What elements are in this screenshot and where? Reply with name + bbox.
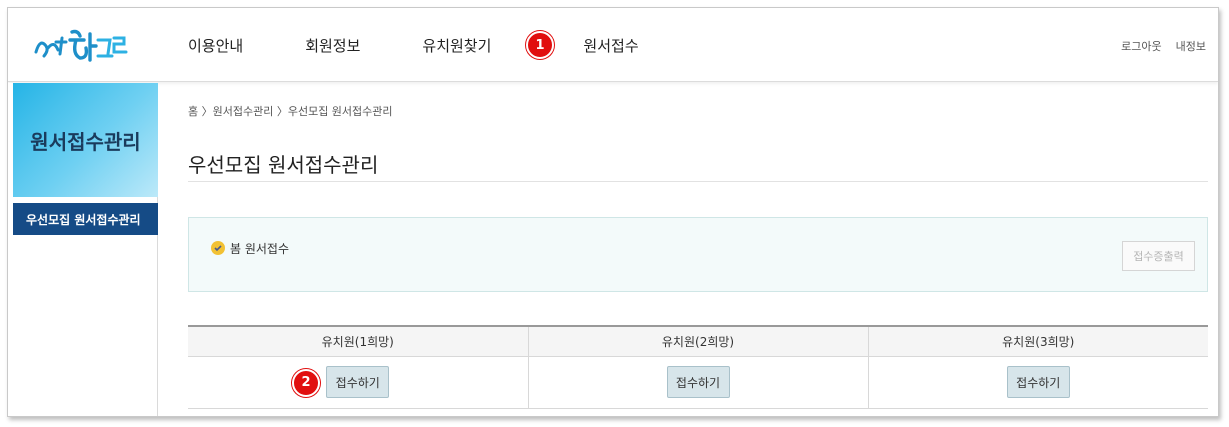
table-row: 2 접수하기 접수하기 접수하기 [188,356,1208,409]
table-cell-choice-1: 2 접수하기 [188,356,528,409]
column-header-choice-3: 유치원(3희망) [867,326,1208,357]
apply-button-choice-3[interactable]: 접수하기 [1006,366,1070,398]
main-content: 홈 〉원서접수관리 〉우선모집 원서접수관리 우선모집 원서접수관리 봄 원서접… [186,83,1208,416]
main-nav: 이용안내 회원정보 유치원찾기 원서접수 [188,8,701,82]
print-receipt-button[interactable]: 접수증출력 [1122,241,1195,271]
page-title: 우선모집 원서접수관리 [188,153,379,177]
breadcrumb: 홈 〉원서접수관리 〉우선모집 원서접수관리 [188,105,393,118]
logo-graphic [34,29,128,62]
apply-button-choice-2[interactable]: 접수하기 [666,366,730,398]
site-logo[interactable] [32,24,132,66]
sidebar-header: 원서접수관리 [13,83,158,197]
title-divider [188,181,1208,182]
column-header-choice-1: 유치원(1희망) [188,326,528,357]
sidebar-title: 원서접수관리 [30,129,141,154]
spring-application-label: 봄 원서접수 [230,242,290,256]
check-circle-icon [211,241,225,255]
column-header-choice-2: 유치원(2희망) [527,326,868,357]
nav-item-member-info[interactable]: 회원정보 [305,35,360,56]
app-window: 이용안내 회원정보 유치원찾기 원서접수 1 로그아웃 내정보 원서접수관리 우… [7,7,1219,417]
my-info-link[interactable]: 내정보 [1176,38,1206,54]
top-header: 이용안내 회원정보 유치원찾기 원서접수 1 로그아웃 내정보 [8,8,1218,82]
step-2-badge: 2 [292,368,320,397]
sidebar-item-priority-application[interactable]: 우선모집 원서접수관리 [13,203,158,235]
sidebar: 원서접수관리 우선모집 원서접수관리 [8,83,158,416]
logout-link[interactable]: 로그아웃 [1121,38,1161,54]
application-notice-box: 봄 원서접수 접수증출력 [188,217,1208,292]
nav-item-find-kindergarten[interactable]: 유치원찾기 [422,35,491,56]
nav-item-application[interactable]: 원서접수 [583,35,638,56]
step-1-badge: 1 [526,31,554,59]
table-cell-choice-3: 접수하기 [867,356,1208,409]
apply-button-choice-1[interactable]: 접수하기 [326,366,390,398]
utility-links: 로그아웃 내정보 [1121,38,1206,54]
table-cell-choice-2: 접수하기 [527,356,868,409]
kindergarten-choice-table: 유치원(1희망) 유치원(2희망) 유치원(3희망) 2 접수하기 접수하기 접… [188,325,1208,409]
nav-item-guide[interactable]: 이용안내 [188,35,243,56]
